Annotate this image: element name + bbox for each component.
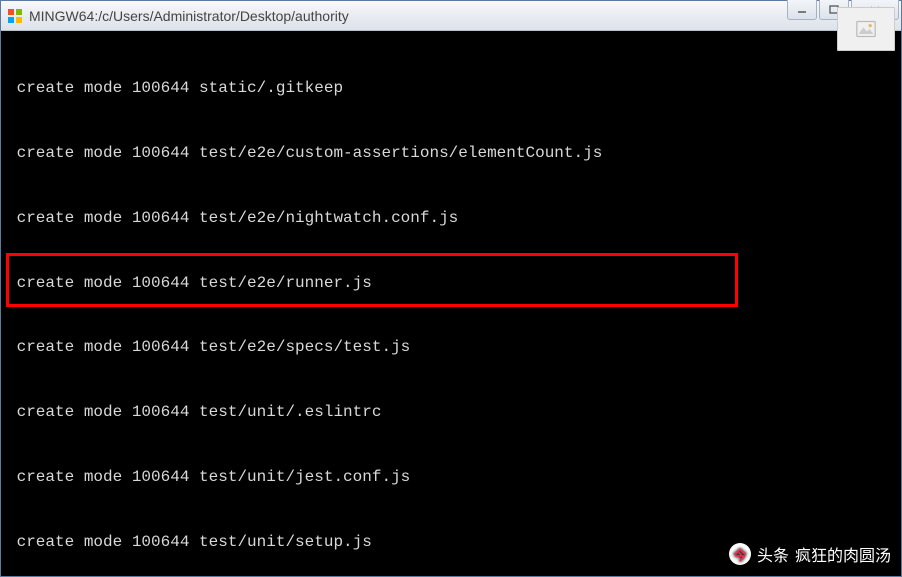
- watermark-source: 头条: [757, 542, 789, 566]
- terminal-body[interactable]: create mode 100644 static/.gitkeep creat…: [1, 31, 901, 576]
- output-line: create mode 100644 test/e2e/specs/test.j…: [7, 337, 895, 359]
- toutiao-logo-icon: 今: [729, 543, 751, 565]
- output-line: create mode 100644 test/e2e/custom-asser…: [7, 143, 895, 165]
- watermark-image-icon: [837, 7, 895, 51]
- watermark-attribution: 今 头条 疯狂的肉圆汤: [729, 542, 891, 566]
- titlebar[interactable]: MINGW64:/c/Users/Administrator/Desktop/a…: [1, 1, 901, 31]
- watermark-author: 疯狂的肉圆汤: [795, 542, 891, 566]
- minimize-button[interactable]: [787, 0, 817, 20]
- output-line: create mode 100644 test/e2e/runner.js: [7, 273, 895, 295]
- window-title: MINGW64:/c/Users/Administrator/Desktop/a…: [29, 8, 895, 24]
- app-icon: [7, 8, 23, 24]
- output-line: create mode 100644 static/.gitkeep: [7, 78, 895, 100]
- output-line: create mode 100644 test/e2e/nightwatch.c…: [7, 208, 895, 230]
- output-line: create mode 100644 test/unit/jest.conf.j…: [7, 467, 895, 489]
- output-line: create mode 100644 test/unit/.eslintrc: [7, 402, 895, 424]
- terminal-window: MINGW64:/c/Users/Administrator/Desktop/a…: [0, 0, 902, 577]
